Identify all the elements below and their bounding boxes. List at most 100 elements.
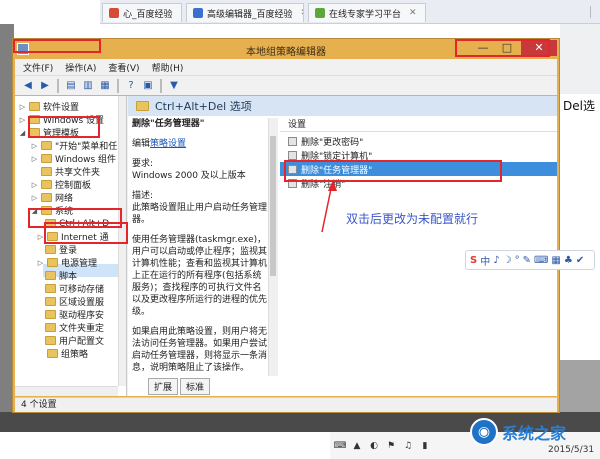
menu-view[interactable]: 查看(V): [108, 61, 139, 74]
ime-pen-icon[interactable]: ✎: [523, 255, 531, 266]
close-tab-icon[interactable]: ✕: [409, 8, 417, 18]
expand-arrow-icon[interactable]: ▷: [19, 103, 26, 111]
help-icon[interactable]: ?: [124, 79, 138, 93]
toolbar: ◀ ▶ ▤ ▥ ▦ ? ▣ ▼: [15, 75, 557, 95]
expand-arrow-icon[interactable]: ▷: [37, 233, 44, 241]
toolbar-separator: [57, 78, 59, 93]
browser-tab-label: 在线专家学习平台: [329, 9, 402, 20]
tab-favicon-icon: [109, 8, 119, 18]
keyboard-icon[interactable]: ⌨: [334, 440, 347, 452]
browser-tab-1[interactable]: 心_百度经验: [102, 3, 182, 22]
expand-arrow-icon[interactable]: ▷: [37, 259, 44, 267]
tree-item-software-settings[interactable]: ▷ 软件设置: [19, 100, 79, 113]
ime-tools-icon[interactable]: ♣: [564, 255, 573, 266]
tree-item-group-policy[interactable]: 组策略: [37, 347, 88, 360]
settings-column-header[interactable]: 设置: [280, 118, 557, 132]
edit-policy-link[interactable]: 策略设置: [150, 139, 186, 149]
tree-item-logon[interactable]: 登录: [45, 243, 77, 256]
tree-item-removable-storage[interactable]: 可移动存储: [45, 282, 104, 295]
forward-icon[interactable]: ▶: [38, 79, 52, 93]
network-icon[interactable]: ▮: [419, 440, 431, 452]
tree-item-control-panel[interactable]: ▷ 控制面板: [31, 178, 91, 191]
expand-arrow-icon[interactable]: ▷: [31, 194, 38, 202]
tab-favicon-icon: [193, 8, 203, 18]
tab-extended[interactable]: 扩展: [148, 378, 179, 395]
menu-bar: 文件(F) 操作(A) 查看(V) 帮助(H): [15, 59, 557, 75]
new-tab-button[interactable]: [590, 6, 600, 18]
tree-item-driver-install[interactable]: 驱动程序安: [45, 308, 104, 321]
menu-action[interactable]: 操作(A): [65, 61, 96, 74]
ime-punctuation-icon[interactable]: ♪: [493, 255, 499, 266]
background-page-text: Del选: [563, 99, 595, 113]
volume-icon[interactable]: ♫: [402, 440, 414, 452]
tree-item-label: 共享文件夹: [55, 168, 101, 178]
flag-icon[interactable]: ⚑: [385, 440, 397, 452]
tree-item-scripts[interactable]: 脚本: [45, 269, 77, 282]
back-icon[interactable]: ◀: [21, 79, 35, 93]
expand-arrow-icon[interactable]: ▷: [31, 181, 38, 189]
tree-item-start-menu[interactable]: ▷ "开始"菜单和任: [31, 139, 117, 152]
browser-tab-2[interactable]: 高级编辑器_百度经验 ✕: [186, 3, 304, 22]
collapse-arrow-icon[interactable]: ◢: [19, 129, 26, 137]
tab-standard[interactable]: 标准: [180, 378, 211, 395]
folder-icon: [47, 349, 58, 358]
tree-item-shared-folders[interactable]: 共享文件夹: [31, 165, 100, 178]
folder-icon: [41, 193, 52, 202]
folder-icon: [29, 102, 40, 111]
up-folder-icon[interactable]: ▤: [64, 79, 78, 93]
tree-item-label: Windows 组件: [55, 155, 117, 165]
close-tab-icon[interactable]: ✕: [301, 8, 303, 18]
tree-item-label: 可移动存储: [59, 285, 105, 295]
client-area: ▷ 软件设置 ▷ Windows 设置 ◢ 管理模板 ▷ "开始"菜单和任 ▷: [15, 96, 557, 396]
tree-item-network[interactable]: ▷ 网络: [31, 191, 73, 204]
folder-icon: [45, 310, 56, 319]
menu-file[interactable]: 文件(F): [23, 61, 53, 74]
chevron-up-icon[interactable]: ▲: [351, 440, 363, 452]
toolbar-separator: [117, 78, 119, 93]
expand-arrow-icon[interactable]: ▷: [31, 142, 38, 150]
tree-item-label: 文件夹重定: [59, 324, 105, 334]
show-tree-icon[interactable]: ▥: [81, 79, 95, 93]
filter-icon[interactable]: ▼: [167, 79, 181, 93]
ime-skin-icon[interactable]: ▦: [551, 255, 560, 266]
taskbar-date[interactable]: 2015/5/31: [548, 445, 594, 455]
folder-icon: [41, 180, 52, 189]
folder-icon: [41, 167, 52, 176]
content-header: Ctrl+Alt+Del 选项: [128, 96, 557, 116]
menu-help[interactable]: 帮助(H): [152, 61, 184, 74]
tree-item-windows-components[interactable]: ▷ Windows 组件: [31, 152, 116, 165]
ime-toolbar[interactable]: S 中 ♪ ☽ ° ✎ ⌨ ▦ ♣ ✔: [465, 250, 595, 270]
policy-description: 删除"任务管理器" 编辑策略设置 要求: Windows 2000 及以上版本 …: [132, 118, 268, 376]
tree-item-user-profiles[interactable]: 用户配置文: [45, 334, 104, 347]
expand-arrow-icon[interactable]: ▷: [31, 155, 38, 163]
tree-item-power[interactable]: ▷ 电源管理: [37, 256, 97, 269]
export-list-icon[interactable]: ▦: [98, 79, 112, 93]
annotation-box-ctrl-alt-del: [44, 222, 128, 244]
ime-keyboard-icon[interactable]: ⌨: [534, 255, 548, 266]
folder-icon: [45, 271, 56, 280]
annotation-box-close: [455, 39, 550, 57]
tree-item-folder-redirection[interactable]: 文件夹重定: [45, 321, 104, 334]
tree-item-locale-services[interactable]: 区域设置服: [45, 295, 104, 308]
properties-icon[interactable]: ▣: [141, 79, 155, 93]
ime-moon-icon[interactable]: ☽: [503, 255, 512, 266]
description-scroll-thumb[interactable]: [270, 136, 276, 276]
ime-mode-chinese[interactable]: 中: [480, 253, 490, 268]
expand-arrow-icon[interactable]: ▷: [19, 116, 26, 124]
ime-check-icon[interactable]: ✔: [576, 255, 584, 266]
tree-item-label: 脚本: [59, 272, 78, 282]
edit-prefix: 编辑: [132, 139, 151, 149]
tree-horizontal-scrollbar[interactable]: [15, 386, 118, 396]
list-item[interactable]: 删除"更改密码": [280, 134, 557, 148]
browser-tab-3[interactable]: 在线专家学习平台 ✕: [308, 3, 426, 22]
language-icon[interactable]: ◐: [368, 440, 380, 452]
tree-item-label: 区域设置服: [59, 298, 105, 308]
tree-item-label: "开始"菜单和任: [55, 142, 118, 152]
description-value: 此策略设置阻止用户启动任务管理器。: [132, 203, 268, 225]
watermark-logo: ◉ 系统之家: [470, 418, 566, 446]
requirements-label: 要求:: [132, 159, 154, 169]
ime-dot-icon[interactable]: °: [515, 255, 520, 266]
folder-icon: [45, 297, 56, 306]
browser-tab-strip: 心_百度经验 高级编辑器_百度经验 ✕ 在线专家学习平台 ✕: [100, 0, 600, 24]
policy-setting-icon: [288, 136, 297, 146]
